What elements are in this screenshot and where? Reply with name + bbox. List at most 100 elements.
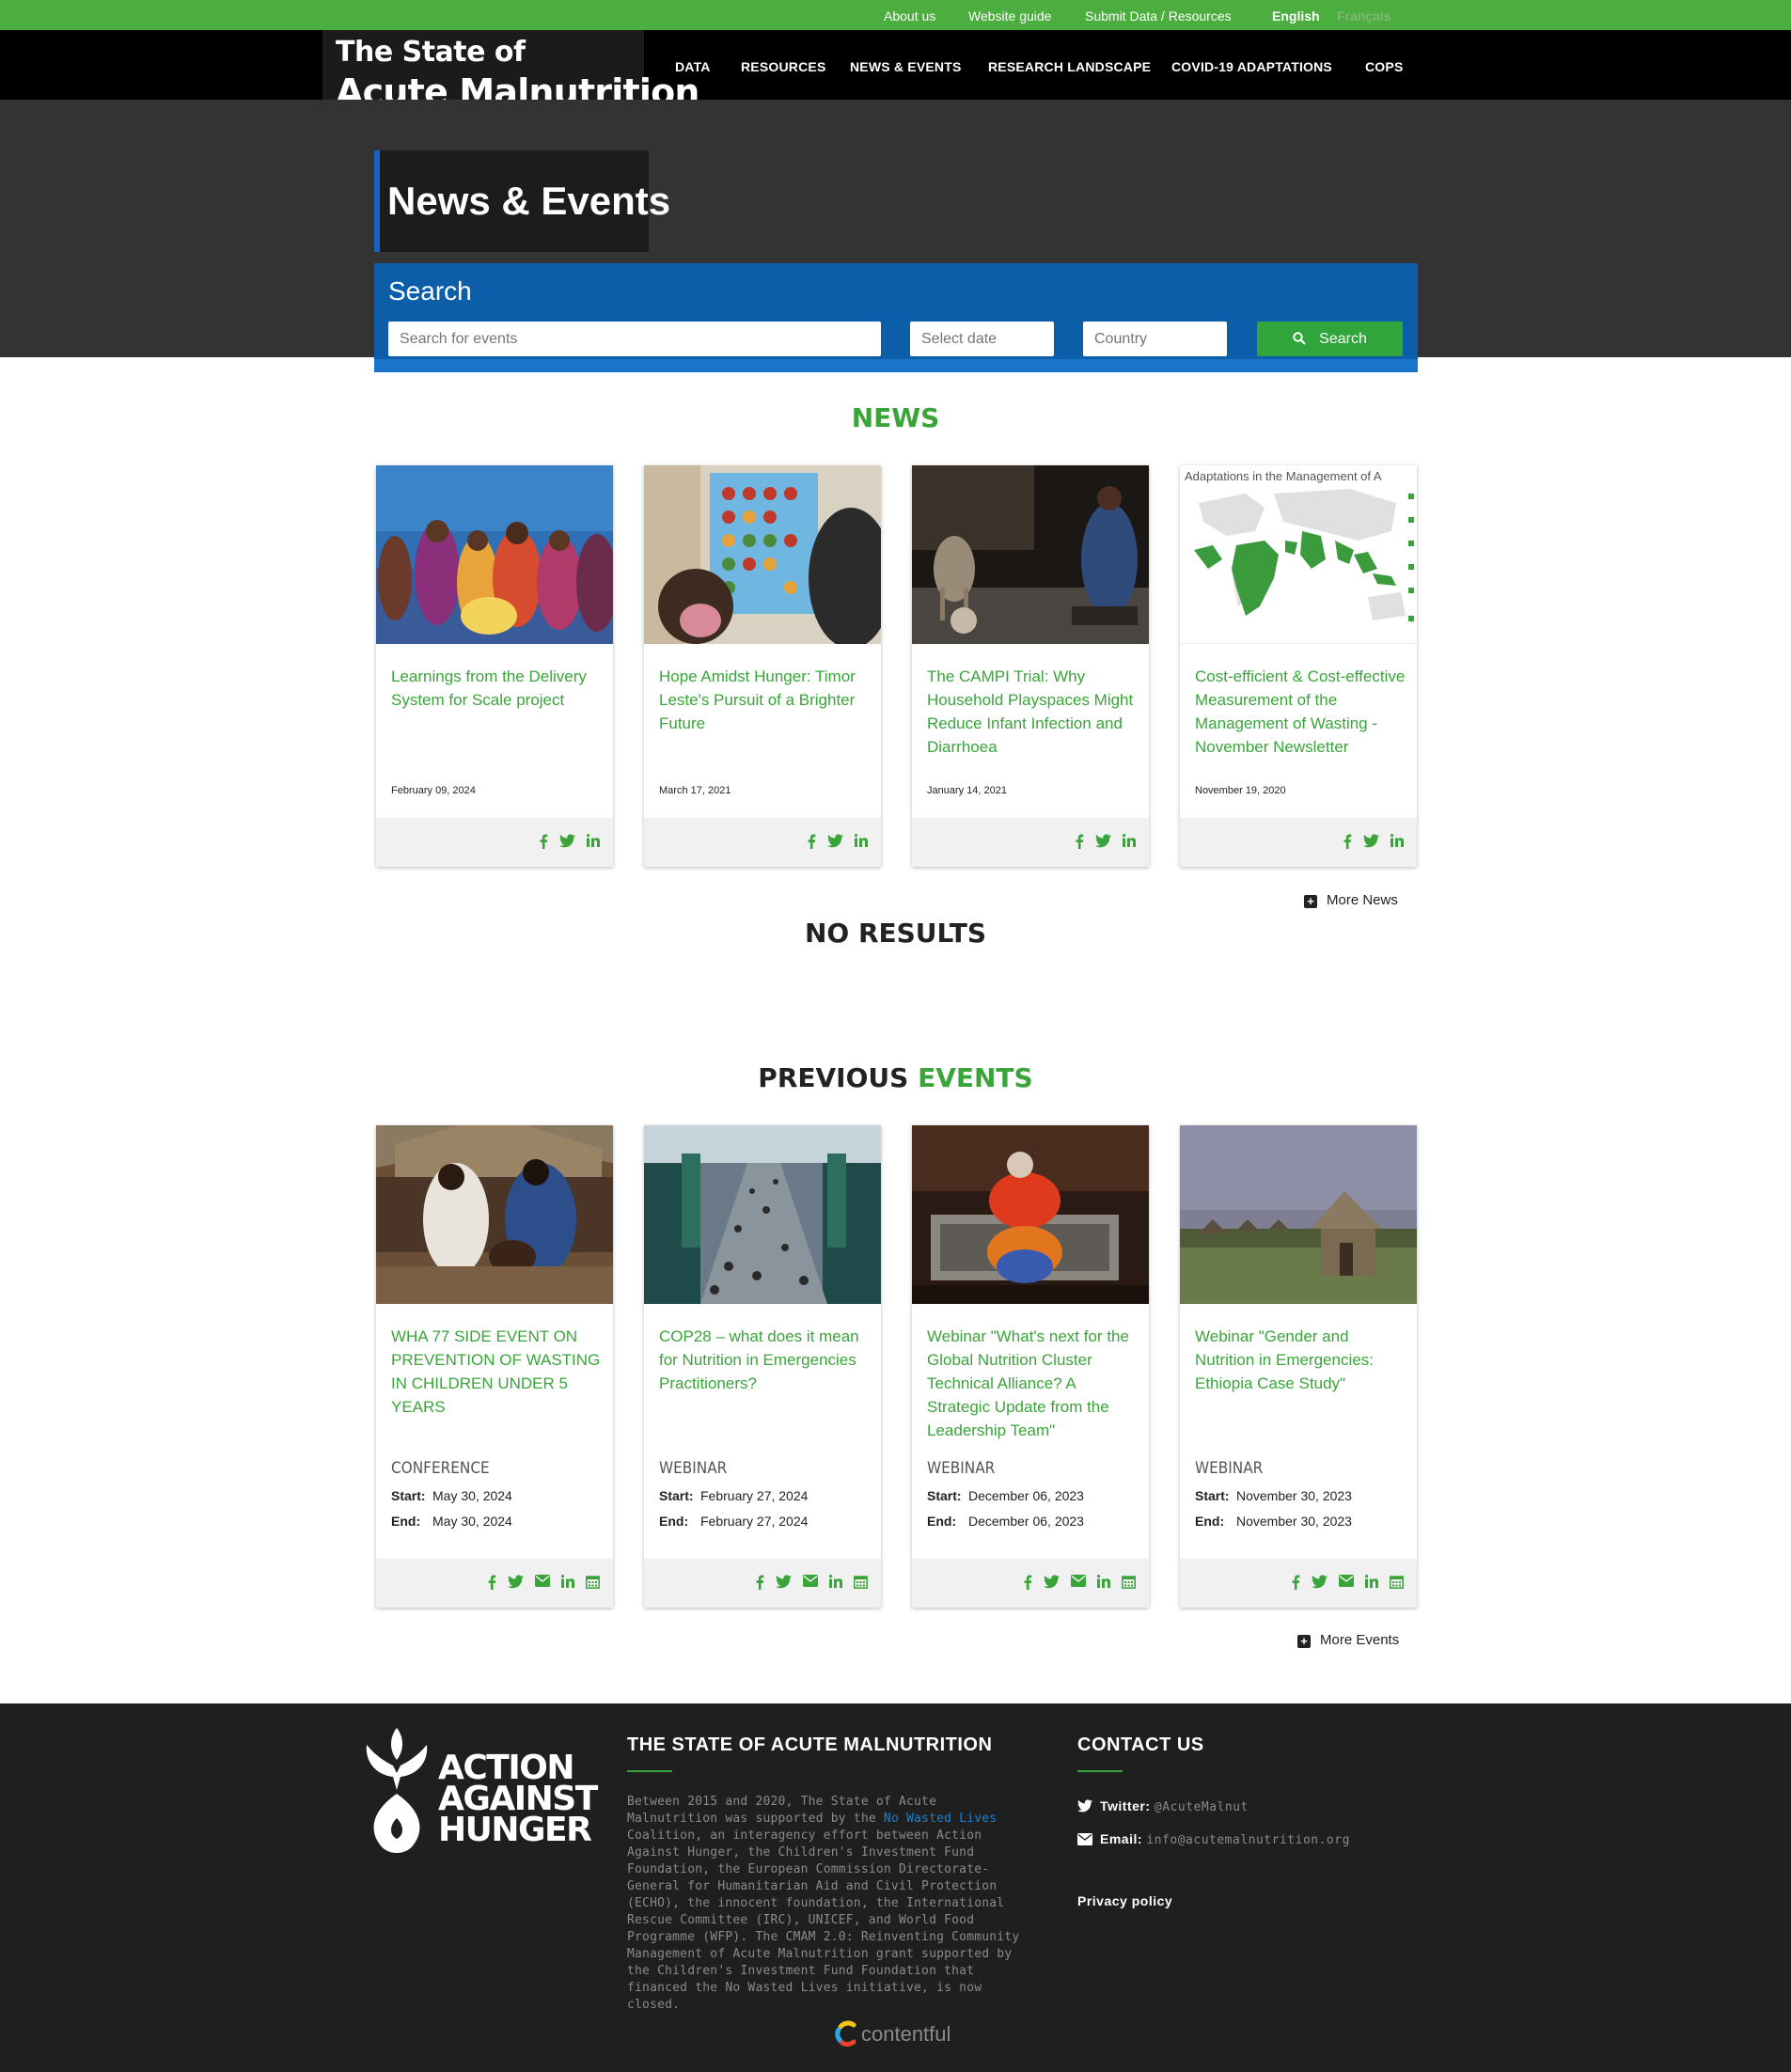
email-address[interactable]: info@acutemalnutrition.org xyxy=(1146,1833,1350,1847)
nav-news-events[interactable]: NEWS & EVENTS xyxy=(850,59,962,74)
start-date: February 27, 2024 xyxy=(700,1488,809,1503)
language-english[interactable]: English xyxy=(1272,8,1320,24)
email-icon[interactable] xyxy=(1071,1575,1086,1587)
event-image xyxy=(912,1125,1149,1304)
no-wasted-lives-link[interactable]: No Wasted Lives xyxy=(884,1812,997,1826)
calendar-icon[interactable] xyxy=(1390,1575,1404,1589)
country-select[interactable] xyxy=(1083,322,1227,356)
linkedin-icon[interactable] xyxy=(587,834,600,847)
news-card[interactable]: Learnings from the Delivery System for S… xyxy=(376,465,613,867)
footer-about-text: Between 2015 and 2020, The State of Acut… xyxy=(627,1794,1031,2014)
end-label: End: xyxy=(1195,1514,1225,1529)
twitter-icon[interactable] xyxy=(1363,834,1379,848)
start-date: December 06, 2023 xyxy=(968,1488,1084,1503)
news-title[interactable]: Cost-efficient & Cost-effective Measurem… xyxy=(1195,665,1406,759)
events-heading: PREVIOUS EVENTS xyxy=(0,1062,1791,1093)
action-against-hunger-logo[interactable]: ACTION AGAINST HUNGER xyxy=(363,1728,598,1860)
nav-covid-adaptations[interactable]: COVID-19 ADAPTATIONS xyxy=(1171,59,1332,74)
language-french[interactable]: Français xyxy=(1337,8,1391,24)
about-us-link[interactable]: About us xyxy=(884,8,935,24)
linkedin-icon[interactable] xyxy=(1390,834,1404,847)
news-image xyxy=(644,465,881,644)
twitter-icon[interactable] xyxy=(559,834,575,848)
footer-email[interactable]: Email: info@acutemalnutrition.org xyxy=(1077,1831,1350,1847)
facebook-icon[interactable] xyxy=(1343,834,1352,849)
calendar-icon[interactable] xyxy=(1122,1575,1136,1589)
more-news-link[interactable]: + More News xyxy=(1304,892,1398,908)
search-button[interactable]: Search xyxy=(1257,322,1403,356)
submit-data-link[interactable]: Submit Data / Resources xyxy=(1085,8,1232,24)
facebook-icon[interactable] xyxy=(487,1575,496,1590)
event-card[interactable]: Webinar "Gender and Nutrition in Emergen… xyxy=(1180,1125,1417,1608)
twitter-icon[interactable] xyxy=(776,1575,792,1589)
news-image: Adaptations in the Management of A xyxy=(1180,465,1417,644)
privacy-policy-link[interactable]: Privacy policy xyxy=(1077,1893,1172,1908)
event-title[interactable]: COP28 – what does it mean for Nutrition … xyxy=(659,1325,870,1395)
news-card[interactable]: The CAMPI Trial: Why Household Playspace… xyxy=(912,465,1149,867)
event-image xyxy=(644,1125,881,1304)
facebook-icon[interactable] xyxy=(539,834,548,849)
start-date: November 30, 2023 xyxy=(1236,1488,1352,1503)
more-news-label: More News xyxy=(1327,892,1398,908)
calendar-icon[interactable] xyxy=(586,1575,600,1589)
event-title[interactable]: WHA 77 SIDE EVENT ON PREVENTION OF WASTI… xyxy=(391,1325,602,1419)
facebook-icon[interactable] xyxy=(1075,834,1084,849)
linkedin-icon[interactable] xyxy=(1365,1575,1378,1588)
news-image xyxy=(912,465,1149,644)
email-icon[interactable] xyxy=(1339,1575,1354,1587)
more-events-link[interactable]: + More Events xyxy=(1297,1632,1399,1648)
facebook-icon[interactable] xyxy=(1291,1575,1300,1590)
twitter-icon[interactable] xyxy=(508,1575,524,1589)
facebook-icon[interactable] xyxy=(755,1575,764,1590)
page-title-box: News & Events xyxy=(374,150,670,252)
footer-about-heading: THE STATE OF ACUTE MALNUTRITION xyxy=(627,1735,993,1755)
linkedin-icon[interactable] xyxy=(561,1575,574,1588)
footer-twitter[interactable]: Twitter: @AcuteMalnut xyxy=(1077,1798,1249,1814)
event-card[interactable]: WHA 77 SIDE EVENT ON PREVENTION OF WASTI… xyxy=(376,1125,613,1608)
news-title[interactable]: Hope Amidst Hunger: Timor Leste's Pursui… xyxy=(659,665,870,735)
linkedin-icon[interactable] xyxy=(829,1575,842,1588)
news-card[interactable]: Hope Amidst Hunger: Timor Leste's Pursui… xyxy=(644,465,881,867)
search-panel: Search Search xyxy=(374,263,1418,372)
nav-resources[interactable]: RESOURCES xyxy=(741,59,825,74)
twitter-handle[interactable]: @AcuteMalnut xyxy=(1155,1800,1249,1814)
event-card[interactable]: COP28 – what does it mean for Nutrition … xyxy=(644,1125,881,1608)
event-card[interactable]: Webinar "What's next for the Global Nutr… xyxy=(912,1125,1149,1608)
news-date: February 09, 2024 xyxy=(391,785,476,796)
event-search-input[interactable] xyxy=(388,322,881,356)
twitter-icon[interactable] xyxy=(1312,1575,1328,1589)
footer-contact-rule xyxy=(1077,1770,1123,1772)
share-bar xyxy=(644,818,881,867)
event-title[interactable]: Webinar "What's next for the Global Nutr… xyxy=(927,1325,1138,1442)
twitter-icon[interactable] xyxy=(1044,1575,1060,1589)
twitter-icon[interactable] xyxy=(1095,834,1111,848)
start-label: Start: xyxy=(659,1488,694,1503)
news-title[interactable]: The CAMPI Trial: Why Household Playspace… xyxy=(927,665,1138,759)
contentful-badge[interactable]: contentful xyxy=(831,2019,950,2048)
nav-cops[interactable]: COPS xyxy=(1365,59,1403,74)
email-icon[interactable] xyxy=(803,1575,818,1587)
news-title[interactable]: Learnings from the Delivery System for S… xyxy=(391,665,602,712)
event-start: Start: May 30, 2024 xyxy=(391,1488,512,1503)
facebook-icon[interactable] xyxy=(807,834,816,849)
website-guide-link[interactable]: Website guide xyxy=(968,8,1051,24)
calendar-icon[interactable] xyxy=(854,1575,868,1589)
plus-icon: + xyxy=(1304,895,1317,908)
news-card[interactable]: Adaptations in the Management of A Cost-… xyxy=(1180,465,1417,867)
email-icon[interactable] xyxy=(535,1575,550,1587)
no-results-message: NO RESULTS xyxy=(804,918,987,949)
date-select[interactable] xyxy=(910,322,1054,356)
twitter-icon[interactable] xyxy=(827,834,843,848)
event-title[interactable]: Webinar "Gender and Nutrition in Emergen… xyxy=(1195,1325,1406,1395)
nav-research-landscape[interactable]: RESEARCH LANDSCAPE xyxy=(988,59,1151,74)
events-heading-part2: EVENTS xyxy=(918,1062,1033,1093)
facebook-icon[interactable] xyxy=(1023,1575,1032,1590)
news-date: January 14, 2021 xyxy=(927,785,1008,796)
event-image xyxy=(376,1125,613,1304)
linkedin-icon[interactable] xyxy=(1123,834,1136,847)
start-label: Start: xyxy=(391,1488,426,1503)
nav-data[interactable]: DATA xyxy=(675,59,711,74)
linkedin-icon[interactable] xyxy=(855,834,868,847)
end-label: End: xyxy=(391,1514,421,1529)
linkedin-icon[interactable] xyxy=(1097,1575,1110,1588)
